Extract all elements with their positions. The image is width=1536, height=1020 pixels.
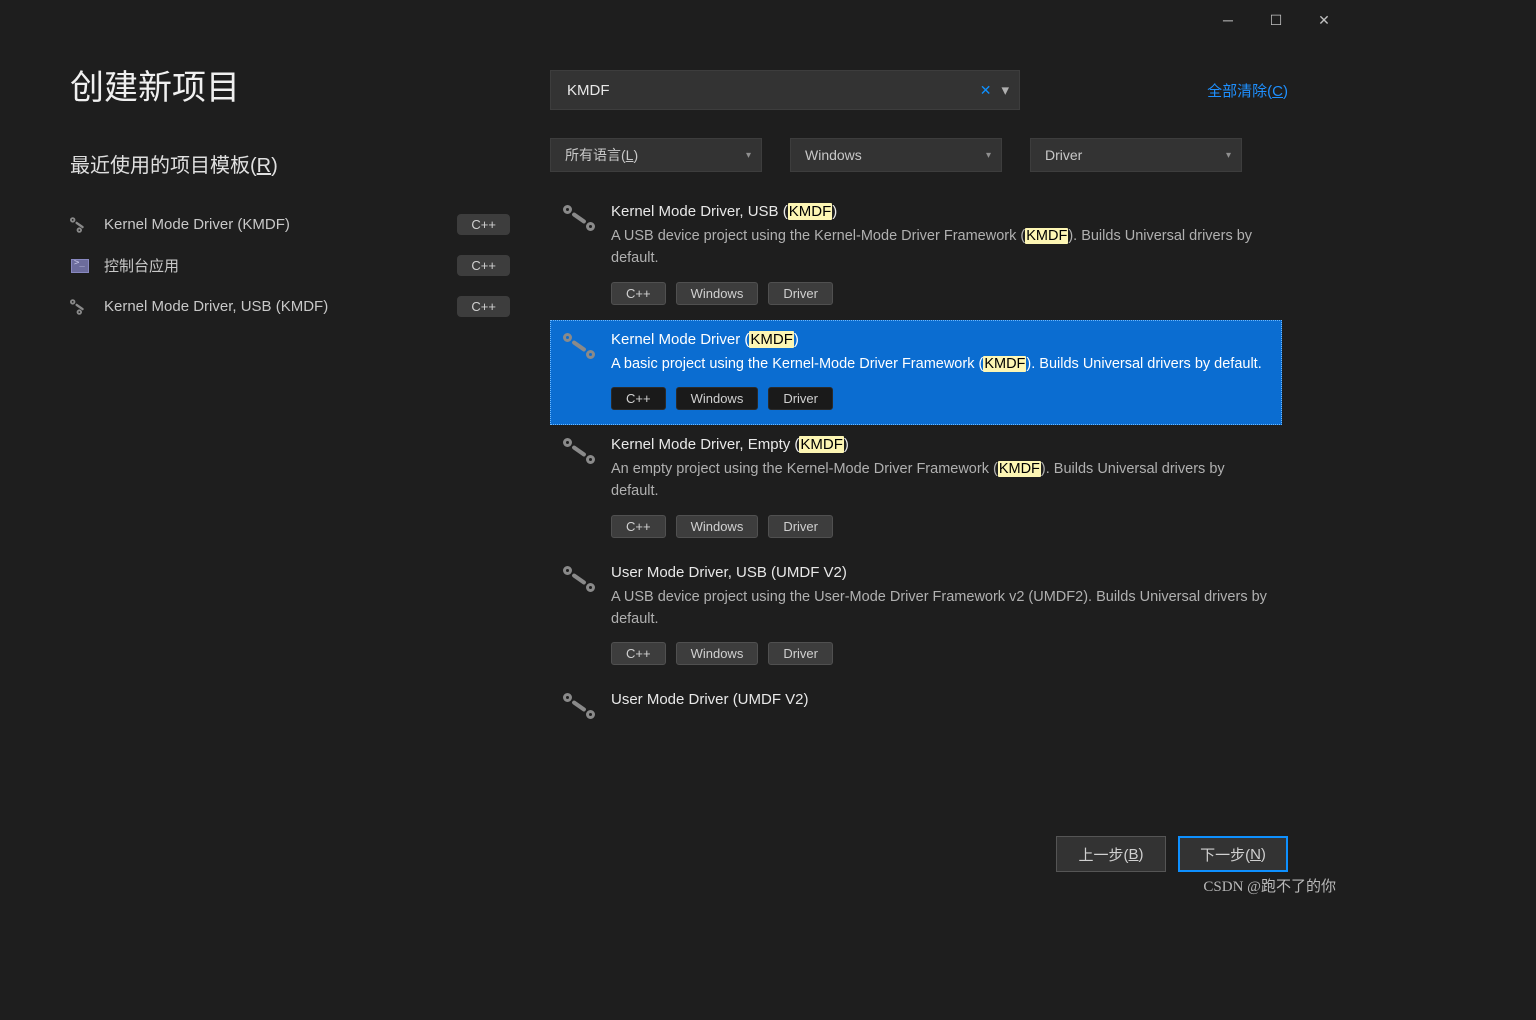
close-button[interactable]: ✕ [1300,4,1348,36]
template-title: Kernel Mode Driver (KMDF) [611,331,1273,348]
template-description: A USB device project using the Kernel-Mo… [611,226,1273,270]
recent-item-label: Kernel Mode Driver (KMDF) [104,216,443,233]
template-title: Kernel Mode Driver, Empty (KMDF) [611,436,1273,453]
search-value: KMDF [567,82,974,99]
recent-templates-heading: 最近使用的项目模板(R) [70,149,510,178]
template-title: User Mode Driver, USB (UMDF V2) [611,564,1273,581]
recent-templates-list: Kernel Mode Driver (KMDF) C++ 控制台应用 C++ … [70,208,510,323]
driver-icon [563,566,595,592]
template-tag: Windows [676,282,759,305]
template-title: User Mode Driver (UMDF V2) [611,691,1273,708]
driver-icon [70,217,82,233]
driver-icon [563,205,595,231]
chevron-down-icon: ▾ [746,150,751,161]
recent-item-label: Kernel Mode Driver, USB (KMDF) [104,298,443,315]
template-item[interactable]: Kernel Mode Driver, Empty (KMDF) An empt… [550,425,1282,553]
template-tag: C++ [611,282,666,305]
recent-item[interactable]: Kernel Mode Driver, USB (KMDF) C++ [70,290,510,323]
template-title: Kernel Mode Driver, USB (KMDF) [611,203,1273,220]
template-tag: Windows [676,515,759,538]
language-badge: C++ [457,296,510,317]
template-tag: Windows [676,387,759,410]
console-icon [71,259,89,273]
maximize-button[interactable]: ☐ [1252,4,1300,36]
template-item[interactable]: Kernel Mode Driver (KMDF) A basic projec… [550,320,1282,426]
clear-all-link[interactable]: 全部清除(C) [1207,80,1288,101]
template-tag: C++ [611,515,666,538]
template-description: A basic project using the Kernel-Mode Dr… [611,354,1273,376]
language-badge: C++ [457,214,510,235]
driver-icon [563,693,595,719]
driver-icon [563,438,595,464]
language-filter[interactable]: 所有语言(L) ▾ [550,138,762,172]
back-button[interactable]: 上一步(B) [1056,836,1166,872]
template-description: A USB device project using the User-Mode… [611,587,1273,631]
chevron-down-icon: ▾ [1226,150,1231,161]
recent-item-label: 控制台应用 [104,255,443,276]
template-tag: Driver [768,515,833,538]
template-description: An empty project using the Kernel-Mode D… [611,459,1273,503]
chevron-down-icon: ▾ [986,150,991,161]
chevron-down-icon[interactable]: ▾ [997,81,1009,99]
recent-item[interactable]: 控制台应用 C++ [70,249,510,282]
template-item[interactable]: User Mode Driver, USB (UMDF V2) A USB de… [550,553,1282,681]
driver-icon [70,299,82,315]
clear-search-icon[interactable]: ✕ [974,82,998,99]
page-title: 创建新项目 [70,60,510,109]
template-list[interactable]: Kernel Mode Driver, USB (KMDF) A USB dev… [550,192,1288,777]
template-tag: Driver [768,387,833,410]
template-tag: C++ [611,387,666,410]
titlebar: ─ ☐ ✕ [0,0,1348,40]
language-badge: C++ [457,255,510,276]
template-tag: Driver [768,642,833,665]
template-item[interactable]: Kernel Mode Driver, USB (KMDF) A USB dev… [550,192,1282,320]
platform-filter[interactable]: Windows ▾ [790,138,1002,172]
driver-icon [563,333,595,359]
project-type-filter[interactable]: Driver ▾ [1030,138,1242,172]
template-tag: Driver [768,282,833,305]
template-item[interactable]: User Mode Driver (UMDF V2) [550,680,1282,735]
minimize-button[interactable]: ─ [1204,4,1252,36]
watermark: CSDN @跑不了的你 [1203,875,1336,896]
recent-item[interactable]: Kernel Mode Driver (KMDF) C++ [70,208,510,241]
template-tag: Windows [676,642,759,665]
template-tag: C++ [611,642,666,665]
search-input[interactable]: KMDF ✕ ▾ [550,70,1020,110]
next-button[interactable]: 下一步(N) [1178,836,1288,872]
